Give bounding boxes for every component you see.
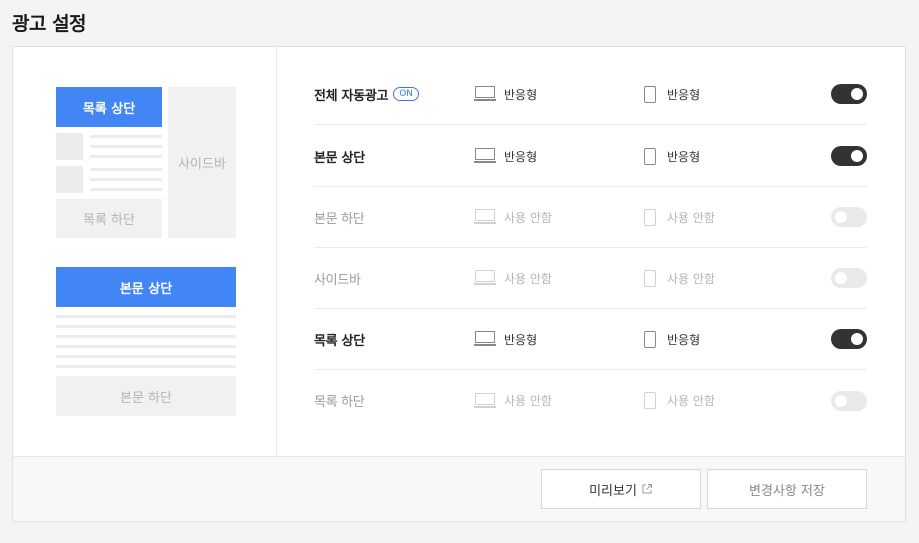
row-label: 목록 하단 [314, 395, 365, 410]
row-label: 사이드바 [314, 272, 361, 288]
pc-setting-label: 사용 안함 [504, 271, 552, 286]
mobile-setting-label: 반응형 [667, 332, 701, 347]
desktop-icon [474, 270, 496, 286]
preview-text-line [56, 365, 236, 368]
pc-setting[interactable]: 반응형 [474, 126, 538, 186]
preview-text-line [56, 345, 236, 348]
pc-setting[interactable]: 사용 안함 [474, 187, 552, 247]
preview-text-line [90, 145, 162, 148]
preview-sidebar: 사이드바 [168, 87, 236, 238]
toggle-knob [851, 333, 863, 345]
mobile-icon [644, 208, 656, 226]
preview-text-line [56, 335, 236, 338]
layout-preview: 목록 상단 사이드바 목록 하단 본문 상단 본문 하단 [13, 47, 277, 456]
setting-row-sidebar: 사이드바 사용 안함 사용 안함 [314, 248, 867, 309]
row-label: 본문 상단 [314, 150, 365, 166]
external-link-icon [642, 484, 652, 494]
toggle-switch[interactable] [831, 390, 867, 411]
row-label: 목록 상단 [314, 333, 365, 349]
pc-setting-label: 사용 안함 [504, 210, 552, 225]
page-title: 광고 설정 [12, 13, 87, 35]
preview-text-line [56, 315, 236, 318]
preview-text-line [90, 178, 162, 181]
mobile-setting[interactable]: 사용 안함 [644, 370, 715, 431]
toggle-switch[interactable] [831, 146, 867, 166]
ad-slot-settings: 전체 자동광고 ON 반응형 반응형 본문 상단 반응형 반응형 본문 하단 사… [278, 47, 905, 456]
setting-row-auto-ads: 전체 자동광고 ON 반응형 반응형 [314, 64, 867, 125]
row-label-text: 전체 자동광고 [314, 88, 389, 104]
mobile-setting-label: 반응형 [667, 87, 701, 102]
mobile-icon [644, 269, 656, 287]
mobile-setting-label: 사용 안함 [667, 210, 715, 225]
preview-text-line [90, 135, 162, 138]
toggle-switch[interactable] [831, 207, 867, 227]
preview-button[interactable]: 미리보기 [541, 469, 701, 509]
pc-setting[interactable]: 반응형 [474, 64, 538, 124]
preview-list-bottom: 목록 하단 [56, 199, 162, 238]
preview-text-line [90, 188, 162, 191]
save-changes-button[interactable]: 변경사항 저장 [707, 469, 867, 509]
preview-body-bottom: 본문 하단 [56, 376, 236, 416]
preview-text-line [56, 355, 236, 358]
row-label: 전체 자동광고 ON [314, 64, 420, 124]
toggle-knob [835, 394, 847, 407]
preview-text-line [90, 155, 162, 158]
desktop-icon [474, 209, 496, 225]
pc-setting-label: 반응형 [504, 149, 538, 164]
setting-row-body-top: 본문 상단 반응형 반응형 [314, 126, 867, 187]
mobile-icon [644, 392, 656, 409]
preview-button-label: 미리보기 [589, 483, 637, 499]
desktop-icon [474, 148, 496, 164]
toggle-switch[interactable] [831, 268, 867, 288]
row-label: 본문 하단 [314, 211, 365, 227]
mobile-setting[interactable]: 사용 안함 [644, 187, 715, 247]
mobile-icon [644, 330, 656, 348]
mobile-setting[interactable]: 반응형 [644, 309, 700, 369]
mobile-setting[interactable]: 반응형 [644, 64, 700, 124]
mobile-icon [644, 85, 656, 103]
mobile-setting[interactable]: 사용 안함 [644, 248, 715, 308]
setting-row-list-bottom: 목록 하단 사용 안함 사용 안함 [314, 370, 867, 431]
setting-row-body-bottom: 본문 하단 사용 안함 사용 안함 [314, 187, 867, 248]
ad-settings-card: 목록 상단 사이드바 목록 하단 본문 상단 본문 하단 전체 자동광고 ON … [12, 46, 906, 522]
mobile-icon [644, 147, 656, 165]
desktop-icon [474, 392, 496, 409]
preview-text-line [56, 325, 236, 328]
mobile-setting[interactable]: 반응형 [644, 126, 700, 186]
pc-setting[interactable]: 사용 안함 [474, 248, 552, 308]
desktop-icon [474, 86, 496, 102]
toggle-knob [851, 150, 863, 162]
pc-setting[interactable]: 반응형 [474, 309, 538, 369]
toggle-knob [835, 272, 847, 284]
toggle-knob [835, 211, 847, 223]
on-badge: ON [393, 87, 420, 101]
preview-body-top: 본문 상단 [56, 267, 236, 307]
pc-setting[interactable]: 사용 안함 [474, 370, 552, 431]
desktop-icon [474, 331, 496, 347]
preview-thumbnail [56, 133, 83, 160]
pc-setting-label: 반응형 [504, 87, 538, 102]
preview-list-top: 목록 상단 [56, 87, 162, 127]
mobile-setting-label: 사용 안함 [667, 271, 715, 286]
pc-setting-label: 반응형 [504, 332, 538, 347]
preview-text-line [90, 168, 162, 171]
toggle-knob [851, 88, 863, 100]
preview-thumbnail [56, 166, 83, 193]
toggle-switch[interactable] [831, 329, 867, 349]
pc-setting-label: 사용 안함 [504, 394, 552, 408]
mobile-setting-label: 반응형 [667, 149, 701, 164]
card-footer: 미리보기 변경사항 저장 [13, 456, 905, 521]
setting-row-list-top: 목록 상단 반응형 반응형 [314, 309, 867, 370]
toggle-switch[interactable] [831, 84, 867, 104]
mobile-setting-label: 사용 안함 [667, 394, 715, 408]
